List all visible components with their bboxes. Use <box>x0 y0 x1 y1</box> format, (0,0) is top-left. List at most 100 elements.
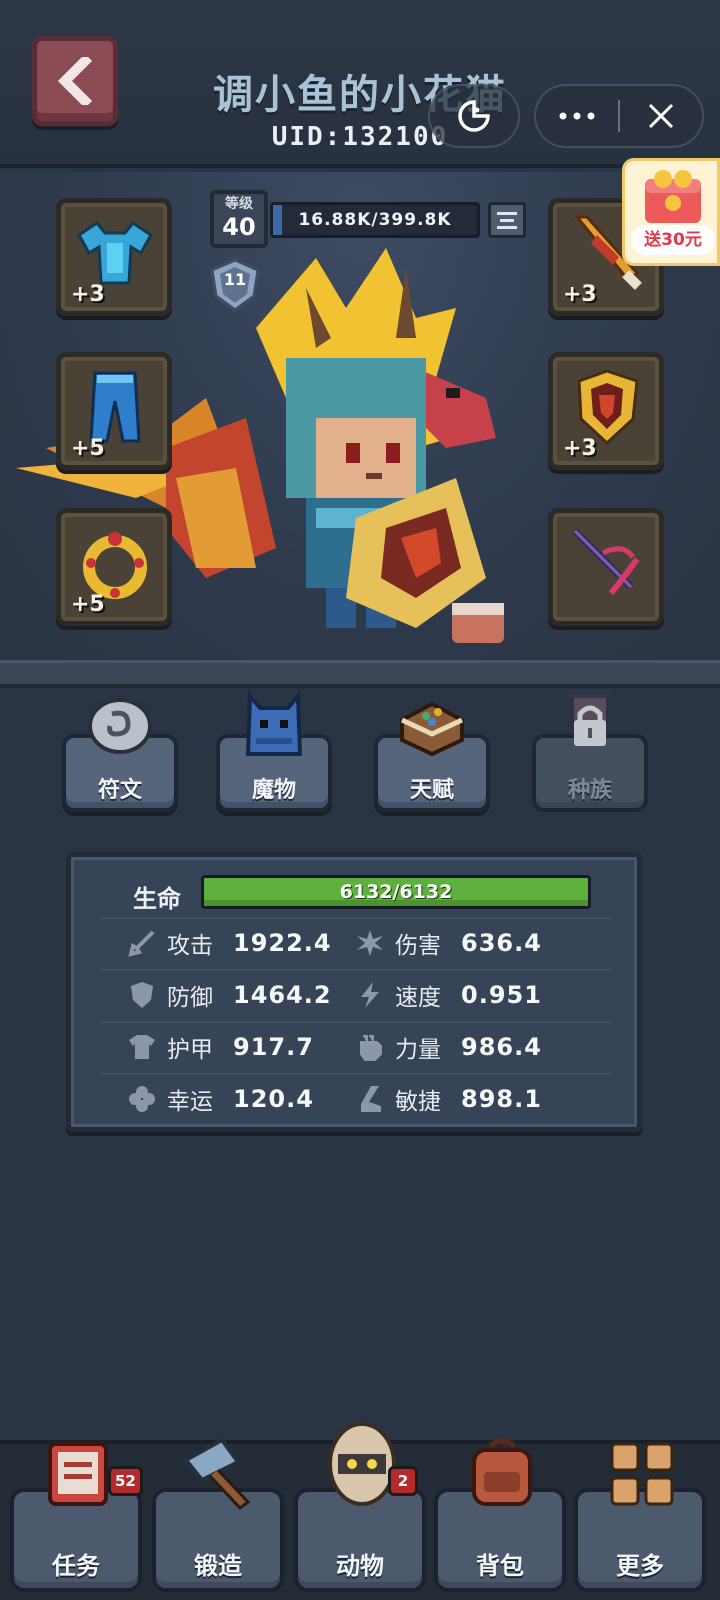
life-label: 生命 <box>133 885 181 913</box>
nav-forge-button[interactable]: 锻造 <box>152 1437 284 1592</box>
divider <box>101 917 611 919</box>
nav-backpack-button[interactable]: 背包 <box>434 1438 566 1592</box>
quest-count-badge: 52 <box>108 1466 143 1496</box>
boot-icon <box>361 1086 381 1112</box>
stat-armor: 护甲 917.7 <box>127 1027 314 1067</box>
promo-red-packet[interactable]: 送30元 <box>622 158 720 266</box>
promo-text: 送30元 <box>631 225 715 255</box>
close-icon <box>648 103 674 129</box>
stat-label: 伤害 <box>395 933 441 959</box>
nav-label: 动物 <box>336 1552 384 1580</box>
stat-agility: 敏捷 898.1 <box>355 1079 542 1119</box>
equip-level: +3 <box>563 436 597 461</box>
shield-icon <box>577 369 639 446</box>
nav-label: 锻造 <box>194 1552 242 1580</box>
lock-icon <box>568 690 612 746</box>
ring-icon <box>83 532 147 599</box>
equip-slot-shield[interactable]: +3 <box>548 352 664 470</box>
equip-slot-crossbow[interactable] <box>548 508 664 626</box>
armor-icon <box>77 220 153 285</box>
stat-value: 636.4 <box>461 929 542 957</box>
feature-label: 符文 <box>97 778 142 803</box>
equip-level: +3 <box>563 282 597 307</box>
pacman-icon <box>458 100 490 132</box>
mini-program-menu-capsule <box>534 84 704 148</box>
player-level-box: 等级 40 <box>210 190 268 248</box>
nav-label: 背包 <box>476 1552 524 1580</box>
stat-value: 917.7 <box>233 1033 314 1061</box>
crossbow-icon <box>572 528 640 595</box>
level-detail-button[interactable] <box>488 202 526 238</box>
backpack-icon <box>472 1438 532 1506</box>
monster-icon <box>245 690 303 756</box>
nav-pet-button[interactable]: 2 动物 <box>294 1422 426 1592</box>
feature-monster-button[interactable]: 魔物 <box>216 690 332 814</box>
feature-label: 魔物 <box>251 778 296 803</box>
shield-icon <box>131 982 153 1008</box>
stat-value: 0.951 <box>461 981 542 1009</box>
stat-damage: 伤害 636.4 <box>355 923 542 963</box>
mini-game-capsule[interactable] <box>428 84 520 148</box>
stat-value: 120.4 <box>233 1085 314 1113</box>
divider <box>101 969 611 971</box>
hammer-icon <box>182 1437 251 1511</box>
divider <box>101 1073 611 1075</box>
feature-label: 种族 <box>567 778 612 803</box>
rank-value: 11 <box>223 270 247 289</box>
stat-label: 力量 <box>395 1037 441 1063</box>
equip-slot-ring[interactable]: +5 <box>56 508 172 626</box>
feature-rune-button[interactable]: 符文 <box>62 690 178 814</box>
fist-icon <box>360 1035 382 1061</box>
armor-icon <box>129 1035 155 1059</box>
stat-speed: 速度 0.951 <box>355 975 542 1015</box>
lightning-icon <box>361 982 379 1008</box>
level-value: 40 <box>222 213 256 241</box>
equip-level: +5 <box>71 436 105 461</box>
more-dots-icon <box>559 112 595 120</box>
equip-level: +5 <box>71 592 105 617</box>
pet-count-badge: 2 <box>388 1466 418 1496</box>
feature-talent-button[interactable]: 天赋 <box>374 690 490 814</box>
nav-more-button[interactable]: 更多 <box>574 1442 706 1592</box>
stat-label: 攻击 <box>167 933 213 959</box>
red-packet-icon <box>645 170 701 223</box>
stat-value: 986.4 <box>461 1033 542 1061</box>
nav-quest-button[interactable]: 52 任务 <box>10 1442 143 1592</box>
stat-value: 1464.2 <box>233 981 332 1009</box>
stat-attack: 攻击 1922.4 <box>127 923 332 963</box>
more-options-button[interactable] <box>536 86 618 146</box>
stat-strength: 力量 986.4 <box>355 1027 542 1067</box>
nav-label: 更多 <box>616 1552 664 1580</box>
nav-label: 任务 <box>52 1552 100 1580</box>
stat-value: 898.1 <box>461 1085 542 1113</box>
stat-label: 速度 <box>395 985 441 1011</box>
quest-board-icon <box>48 1442 108 1506</box>
stat-label: 防御 <box>167 985 213 1011</box>
stat-defense: 防御 1464.2 <box>127 975 332 1015</box>
stat-luck: 幸运 120.4 <box>127 1079 314 1119</box>
hp-text: 6132/6132 <box>339 881 453 903</box>
sword-icon <box>128 930 155 957</box>
stat-label: 幸运 <box>167 1089 213 1115</box>
stat-label: 敏捷 <box>395 1089 441 1115</box>
top-header: 调小鱼的小花猫 UID:132100 <box>0 0 720 168</box>
experience-bar: 16.88K/399.8K <box>270 202 480 238</box>
talent-book-icon <box>400 701 464 757</box>
rune-icon <box>88 698 152 754</box>
stage-floor <box>0 660 720 688</box>
burst-icon <box>357 930 383 956</box>
feature-race-button[interactable]: 种族 <box>532 690 648 814</box>
equip-slot-chest[interactable]: +3 <box>56 198 172 316</box>
hp-bar: 6132/6132 <box>201 875 591 909</box>
feature-label: 天赋 <box>409 778 454 803</box>
level-label: 等级 <box>225 196 253 212</box>
stat-value: 1922.4 <box>233 929 332 957</box>
stat-label: 护甲 <box>167 1037 213 1063</box>
close-button[interactable] <box>620 86 702 146</box>
divider <box>101 1021 611 1023</box>
equip-level: +3 <box>71 282 105 307</box>
stats-panel: 生命 6132/6132 攻击 1922.4 伤害 636.4 防御 1464.… <box>66 852 642 1132</box>
equip-slot-pants[interactable]: +5 <box>56 352 172 470</box>
pants-icon <box>89 371 141 443</box>
experience-text: 16.88K/399.8K <box>298 210 452 230</box>
